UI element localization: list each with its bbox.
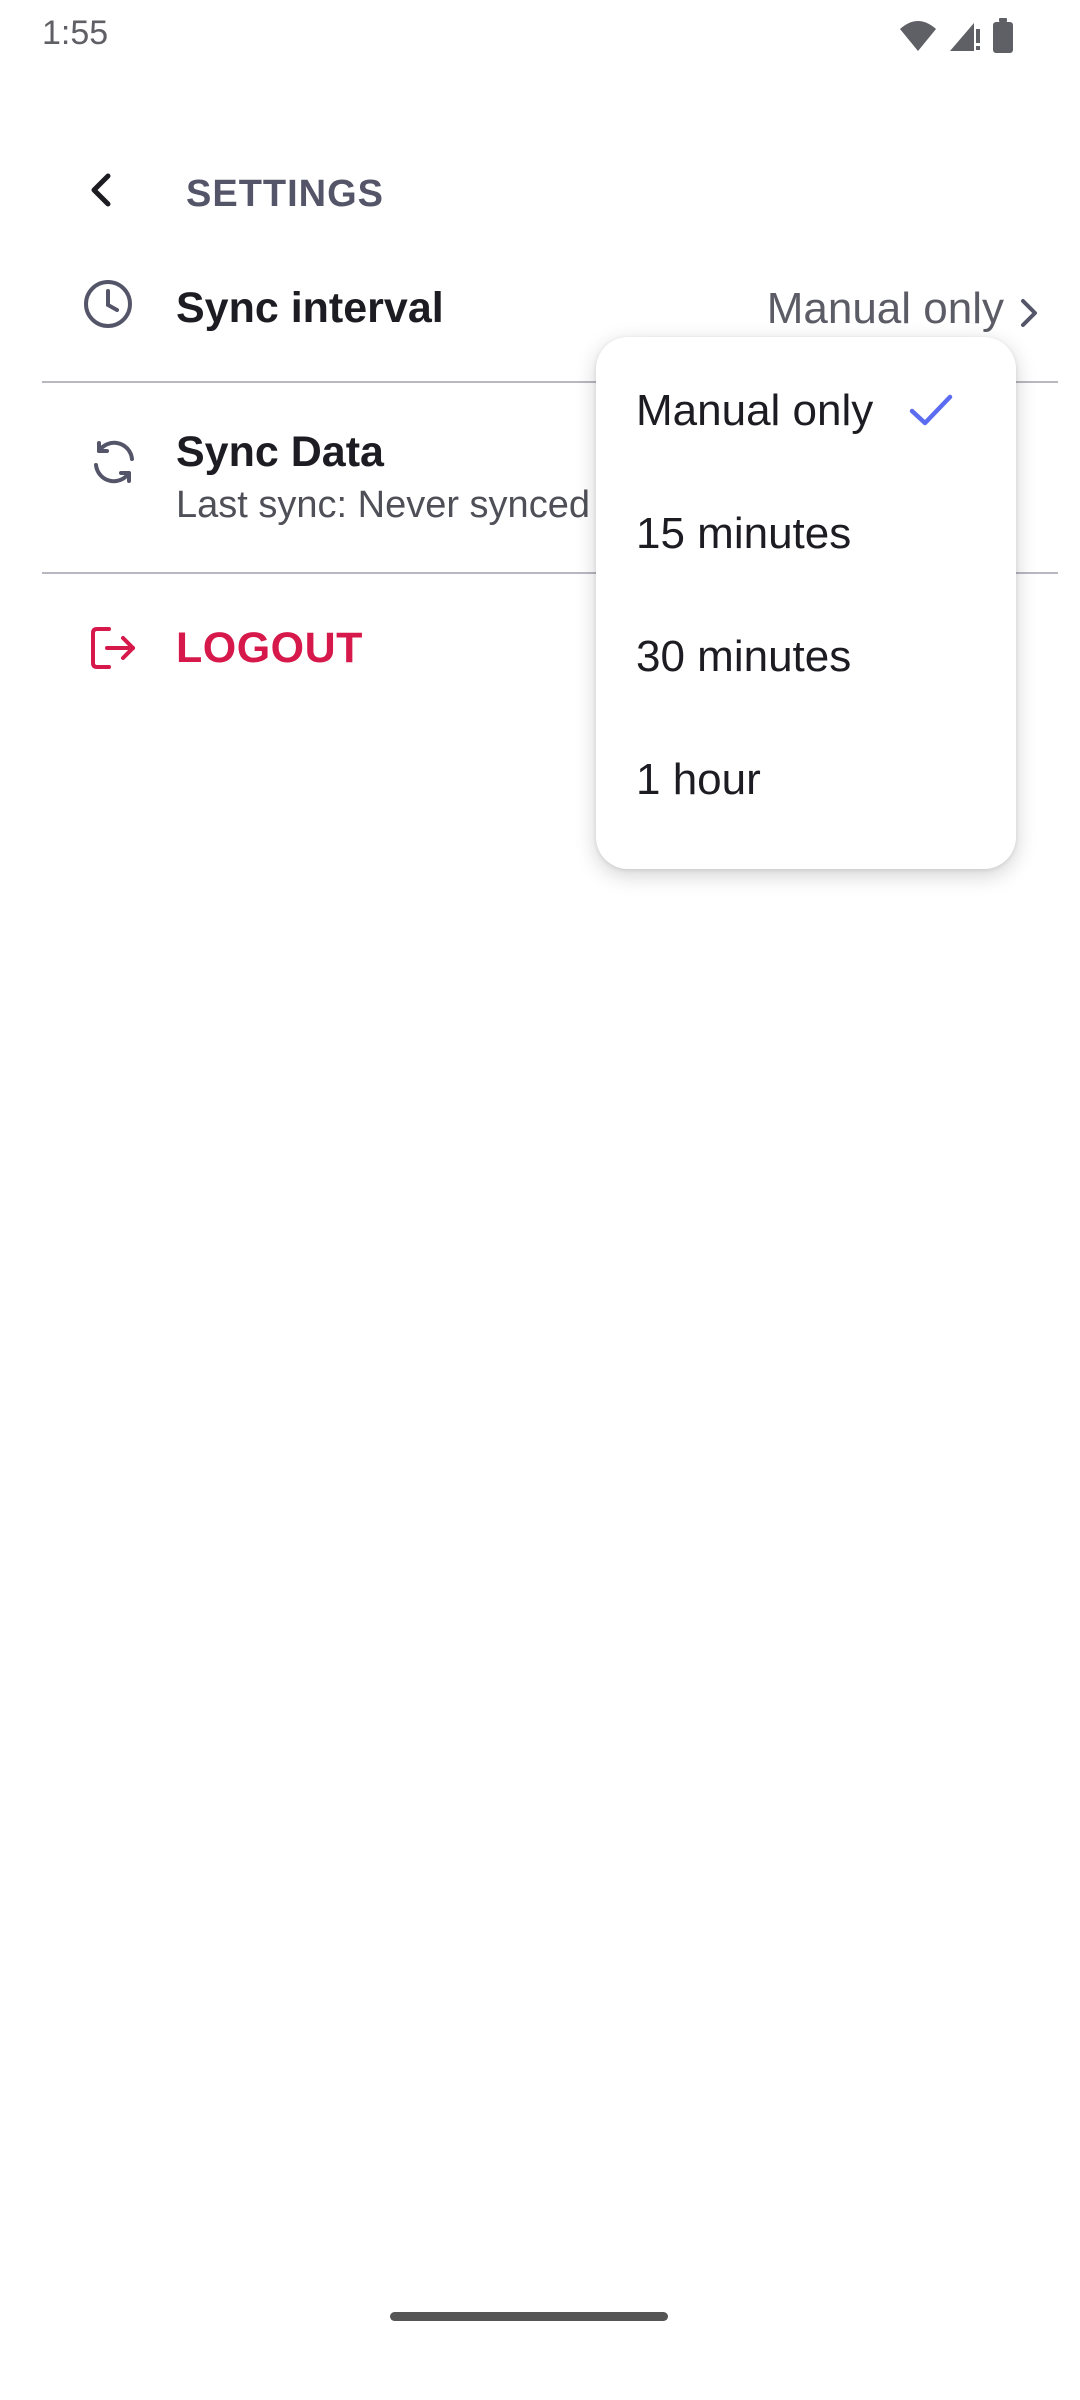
status-bar: 1:55 [0, 0, 1080, 72]
logout-label: LOGOUT [176, 624, 363, 672]
status-icons [898, 18, 1014, 59]
sync-icon [84, 432, 144, 492]
option-manual-only[interactable]: Manual only [596, 349, 1016, 472]
back-arrow-icon [84, 170, 120, 215]
sync-interval-value: Manual only [766, 284, 1004, 333]
wifi-icon [898, 19, 938, 58]
checkmark-icon [906, 385, 956, 435]
option-label: Manual only [636, 385, 874, 435]
option-label: 15 minutes [636, 508, 852, 558]
home-indicator[interactable] [390, 2312, 668, 2321]
option-30-minutes[interactable]: 30 minutes [596, 595, 1016, 718]
sync-interval-label: Sync interval [176, 284, 444, 332]
option-label: 1 hour [636, 754, 761, 804]
option-15-minutes[interactable]: 15 minutes [596, 472, 1016, 595]
back-button[interactable] [62, 152, 142, 232]
option-1-hour[interactable]: 1 hour [596, 718, 1016, 841]
battery-icon [992, 18, 1014, 59]
app-bar: SETTINGS [0, 130, 1080, 230]
chevron-right-icon [1004, 286, 1054, 340]
cellular-signal-icon [948, 19, 982, 58]
option-label: 30 minutes [636, 631, 852, 681]
last-sync-text: Last sync: Never synced [176, 484, 590, 526]
clock-icon [78, 274, 138, 334]
sync-interval-dropdown: Manual only 15 minutes 30 minutes 1 hour [596, 337, 1016, 869]
page-title: SETTINGS [186, 173, 385, 215]
status-time: 1:55 [42, 14, 109, 52]
logout-icon [84, 618, 144, 678]
sync-data-label: Sync Data [176, 428, 384, 476]
